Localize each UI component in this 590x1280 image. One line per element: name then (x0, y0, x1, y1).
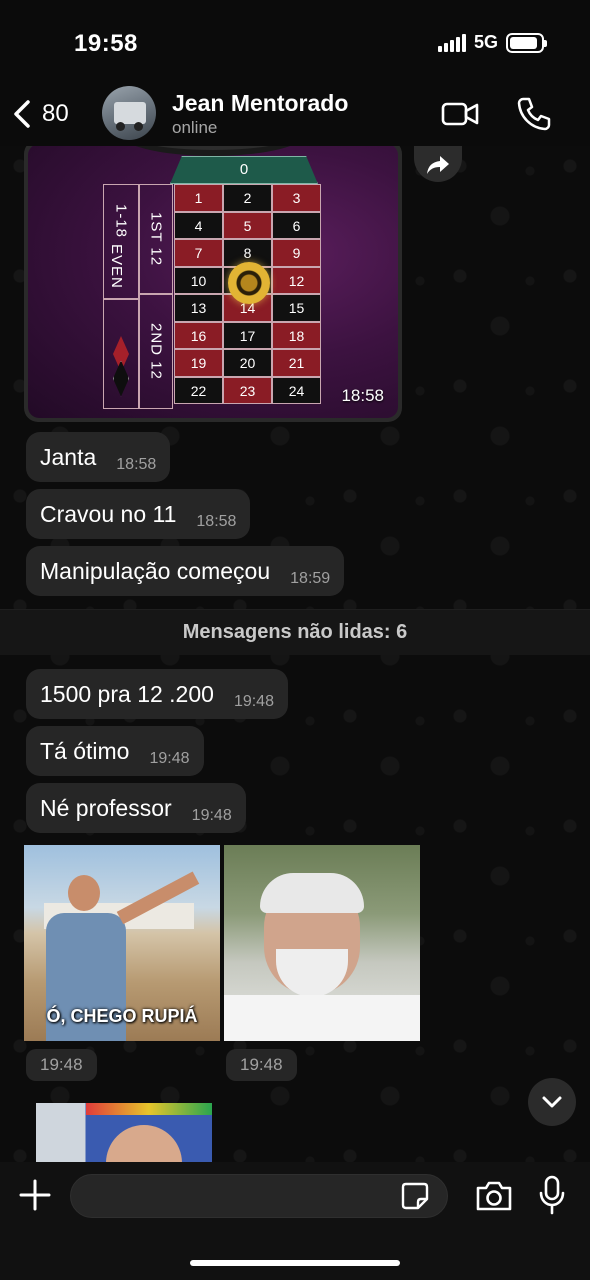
avatar[interactable] (102, 86, 156, 140)
roulette-number-cell: 13 (174, 294, 223, 322)
roulette-number-cell: 2 (223, 184, 272, 212)
signal-icon (437, 33, 466, 52)
image-partial[interactable] (36, 1103, 212, 1162)
roulette-number-cell: 10 (174, 266, 223, 294)
message-bubble[interactable]: Tá ótimo 19:48 (26, 726, 204, 776)
sticker-caption: Ó, CHEGO RUPIÁ (46, 1006, 198, 1026)
forward-icon (427, 156, 449, 174)
input-bar (0, 1162, 590, 1280)
battery-icon (506, 32, 547, 53)
roulette-number-cell: 9 (272, 239, 321, 267)
roulette-number-cell: 1 (174, 184, 223, 212)
roulette-number-cell: 19 (174, 349, 223, 377)
photo-timestamp: 19:48 (26, 1049, 97, 1081)
roulette-number-cell: 15 (272, 294, 321, 322)
home-indicator[interactable] (190, 1260, 400, 1266)
message-bubble[interactable]: Manipulação começou 18:59 (26, 546, 345, 596)
roulette-number-cell: 12 (272, 266, 321, 294)
microphone-icon[interactable] (536, 1174, 568, 1216)
image-smiling-man[interactable] (224, 845, 420, 1041)
roulette-number-cell: 20 (223, 349, 272, 377)
image-message-roulette[interactable]: 0 1-18 EVEN 1ST 12 2ND 12 12345678910111… (24, 146, 402, 422)
roulette-number-cell: 18 (272, 321, 321, 349)
roulette-number-cell: 5 (223, 211, 272, 239)
second-dozen-label: 2ND 12 (139, 294, 173, 409)
unread-divider: Mensagens não lidas: 6 (0, 609, 590, 655)
message-bubble[interactable]: Né professor 19:48 (26, 783, 246, 833)
roulette-zero: 0 (170, 156, 318, 184)
unread-count: 80 (42, 100, 69, 127)
network-label: 5G (473, 32, 498, 52)
even-label: EVEN (108, 244, 125, 289)
sticker-image-man-pointing[interactable]: Ó, CHEGO RUPIÁ (24, 845, 220, 1041)
chat-area[interactable]: 0 1-18 EVEN 1ST 12 2ND 12 12345678910111… (0, 146, 590, 1162)
message-bubble[interactable]: Janta 18:58 (26, 432, 171, 482)
roulette-number-cell: 17 (223, 321, 272, 349)
message-bubble[interactable]: Cravou no 11 18:58 (26, 489, 251, 539)
roulette-number-cell: 16 (174, 321, 223, 349)
roulette-number-cell: 4 (174, 211, 223, 239)
roulette-number-cell: 6 (272, 211, 321, 239)
roulette-number-cell: 3 (272, 184, 321, 212)
roulette-number-cell: 21 (272, 349, 321, 377)
sticker-icon[interactable] (400, 1181, 430, 1211)
photo-timestamp: 19:48 (226, 1049, 297, 1081)
message-input[interactable] (70, 1174, 448, 1218)
battery-level (510, 36, 537, 49)
forward-button[interactable] (414, 146, 462, 182)
plus-icon[interactable] (16, 1176, 54, 1214)
video-camera-icon[interactable] (440, 94, 480, 134)
diamond-cell-black (103, 349, 139, 409)
status-time: 19:58 (74, 30, 138, 57)
first-dozen-label: 1ST 12 (139, 184, 173, 294)
status-indicators: 5G (437, 32, 547, 53)
roulette-number-cell: 24 (272, 376, 321, 404)
status-bar: 19:58 5G (0, 0, 590, 84)
message-bubble[interactable]: 1500 pra 12 .200 19:48 (26, 669, 288, 719)
chevron-down-icon (542, 1096, 562, 1108)
roulette-image[interactable]: 0 1-18 EVEN 1ST 12 2ND 12 12345678910111… (28, 146, 398, 418)
contact-name[interactable]: Jean Mentorado (172, 90, 348, 117)
chevron-left-icon (14, 100, 30, 128)
image-timestamp: 18:58 (341, 386, 384, 405)
bet-chip-icon (228, 262, 270, 304)
chat-header: 80 Jean Mentorado online (0, 84, 590, 146)
contact-status: online (172, 118, 218, 137)
phone-icon[interactable] (514, 94, 554, 134)
roulette-number-cell: 7 (174, 239, 223, 267)
camera-icon[interactable] (474, 1178, 514, 1214)
scroll-to-bottom-button[interactable] (528, 1078, 576, 1126)
roulette-number-cell: 22 (174, 376, 223, 404)
back-button[interactable]: 80 (10, 92, 69, 136)
roulette-number-cell: 23 (223, 376, 272, 404)
